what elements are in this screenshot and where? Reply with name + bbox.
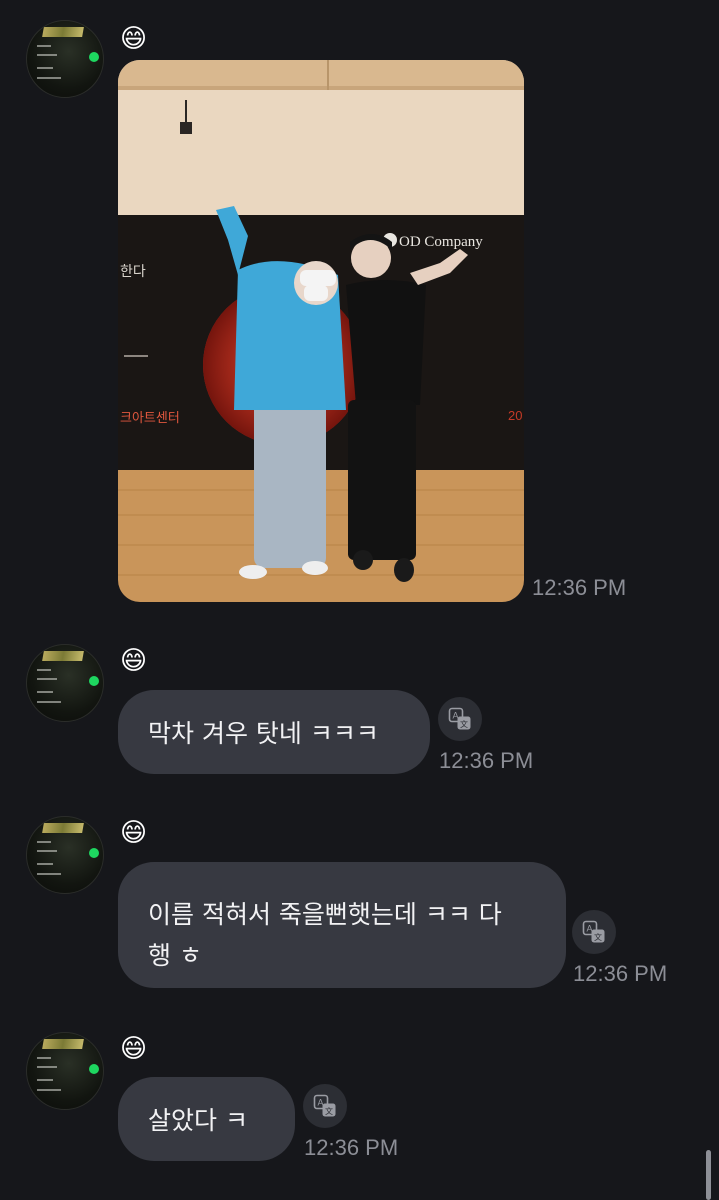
translate-button[interactable]: A 文 xyxy=(438,697,482,741)
translate-button[interactable]: A 文 xyxy=(572,910,616,954)
reaction-emoji[interactable]: 😄 xyxy=(120,818,147,848)
message-text: 살았다 ㅋ xyxy=(148,1106,248,1135)
message-1: 😄 OD Company 한다 크아트센터 20 12:36 PM xyxy=(0,0,719,610)
translate-icon: A 文 xyxy=(582,920,605,943)
message-time: 12:36 PM xyxy=(532,575,627,600)
message-bubble[interactable]: 이름 적혀서 죽을뻔햇는데 ㅋㅋ 다 행 ㅎ xyxy=(118,862,566,988)
message-bubble[interactable]: 살았다 ㅋ xyxy=(118,1077,295,1161)
reaction-emoji[interactable]: 😄 xyxy=(120,24,147,54)
message-text: 막차 겨우 탓네 ㅋㅋㅋ xyxy=(148,719,379,748)
reaction-emoji[interactable]: 😄 xyxy=(120,646,147,676)
reaction-emoji[interactable]: 😄 xyxy=(120,1034,147,1064)
svg-text:文: 文 xyxy=(460,719,468,729)
avatar[interactable] xyxy=(26,816,104,894)
avatar[interactable] xyxy=(26,1032,104,1110)
svg-text:文: 文 xyxy=(325,1106,333,1116)
avatar[interactable] xyxy=(26,20,104,98)
svg-text:文: 文 xyxy=(594,932,602,942)
message-2: 😄 막차 겨우 탓네 ㅋㅋㅋ A 文 12:36 PM xyxy=(0,640,719,780)
message-time: 12:36 PM xyxy=(304,1135,399,1160)
shared-photo[interactable]: OD Company 한다 크아트센터 20 xyxy=(118,60,524,602)
message-4: 😄 살았다 ㅋ A 文 12:36 PM xyxy=(0,1028,719,1168)
message-3: 😄 이름 적혀서 죽을뻔햇는데 ㅋㅋ 다 행 ㅎ A 文 12:36 PM xyxy=(0,812,719,992)
message-time: 12:36 PM xyxy=(439,748,534,773)
backdrop-brand: OD Company xyxy=(399,234,483,250)
translate-icon: A 文 xyxy=(313,1094,336,1117)
scrollbar[interactable] xyxy=(706,1150,711,1200)
backdrop-side-text: 한다 xyxy=(120,264,146,280)
message-text: 이름 적혀서 죽을뻔햇는데 ㅋㅋ 다 행 ㅎ xyxy=(148,900,502,970)
photo-image: OD Company 한다 크아트센터 20 xyxy=(118,60,524,602)
translate-button[interactable]: A 文 xyxy=(303,1084,347,1128)
backdrop-venue: 크아트센터 xyxy=(120,411,180,426)
translate-icon: A 文 xyxy=(448,707,471,730)
message-bubble[interactable]: 막차 겨우 탓네 ㅋㅋㅋ xyxy=(118,690,430,774)
message-time: 12:36 PM xyxy=(573,961,668,986)
avatar[interactable] xyxy=(26,644,104,722)
backdrop-year: 20 xyxy=(508,408,522,423)
